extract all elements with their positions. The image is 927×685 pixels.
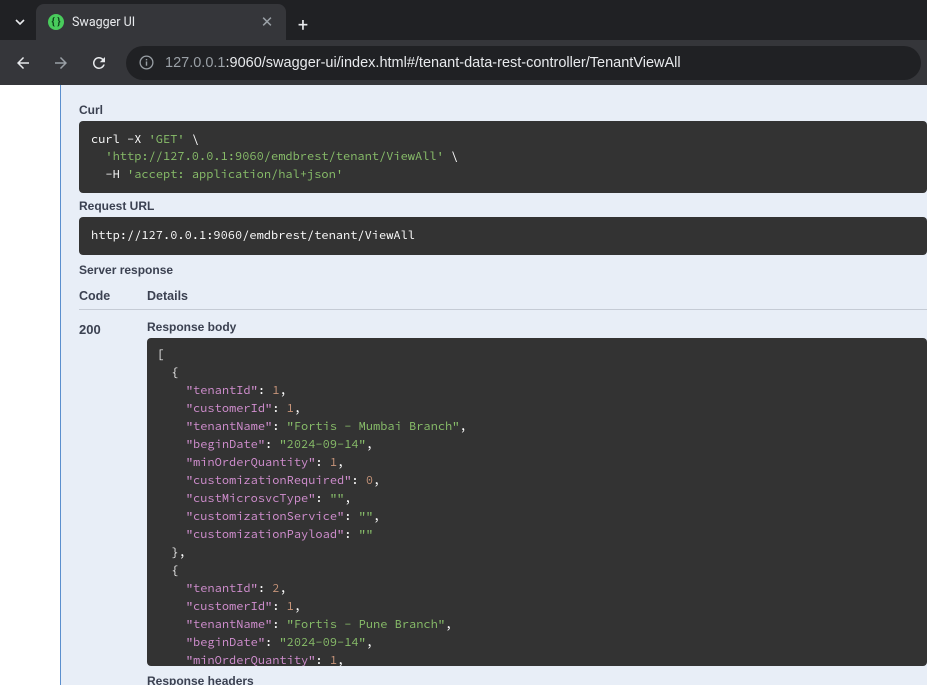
close-icon[interactable]: ✕	[258, 13, 276, 31]
address-bar[interactable]: 127.0.0.1:9060/swagger-ui/index.html#/te…	[126, 46, 921, 80]
browser-chrome: { } Swagger UI ✕ + 127.0.0.1:9060/swagge…	[0, 0, 927, 85]
forward-button[interactable]	[44, 46, 78, 80]
response-details: Response body [ { "tenantId": 1, "custom…	[147, 320, 927, 685]
details-column-header: Details	[147, 289, 188, 303]
code-column-header: Code	[79, 289, 147, 303]
reload-button[interactable]	[82, 46, 116, 80]
response-table-header: Code Details	[79, 283, 927, 310]
status-code: 200	[79, 320, 147, 685]
tab-search-dropdown[interactable]	[6, 4, 34, 40]
curl-block: curl -X 'GET' \ 'http://127.0.0.1:9060/e…	[79, 121, 927, 193]
arrow-right-icon	[52, 54, 70, 72]
request-url-label: Request URL	[79, 199, 927, 213]
toolbar: 127.0.0.1:9060/swagger-ui/index.html#/te…	[0, 40, 927, 85]
swagger-operation-panel: Curl curl -X 'GET' \ 'http://127.0.0.1:9…	[60, 85, 927, 685]
server-response-label: Server response	[79, 263, 927, 277]
response-headers-label: Response headers	[147, 674, 927, 685]
browser-tab[interactable]: { } Swagger UI ✕	[36, 4, 286, 40]
tab-title: Swagger UI	[72, 15, 250, 30]
url-text: 127.0.0.1:9060/swagger-ui/index.html#/te…	[165, 55, 681, 71]
back-button[interactable]	[6, 46, 40, 80]
curl-label: Curl	[79, 103, 927, 117]
swagger-favicon: { }	[48, 14, 64, 30]
response-body-block: [ { "tenantId": 1, "customerId": 1, "ten…	[147, 338, 927, 666]
request-url-block: http://127.0.0.1:9060/emdbrest/tenant/Vi…	[79, 217, 927, 254]
chevron-down-icon	[14, 16, 26, 28]
new-tab-button[interactable]: +	[286, 15, 320, 40]
page-content: Curl curl -X 'GET' \ 'http://127.0.0.1:9…	[0, 85, 927, 685]
site-info-icon[interactable]	[138, 54, 155, 71]
response-body-label: Response body	[147, 320, 927, 334]
arrow-left-icon	[14, 54, 32, 72]
response-row: 200 Response body [ { "tenantId": 1, "cu…	[79, 310, 927, 685]
tab-strip: { } Swagger UI ✕ +	[0, 0, 927, 40]
reload-icon	[90, 54, 108, 72]
